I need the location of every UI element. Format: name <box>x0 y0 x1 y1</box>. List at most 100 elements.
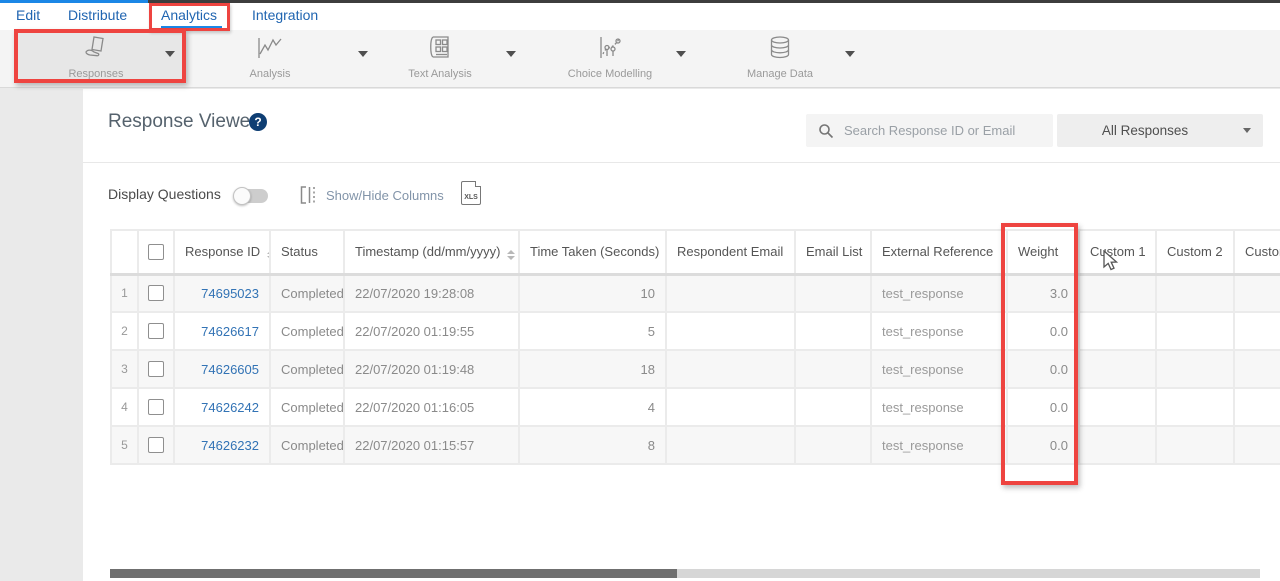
table-row: 5 74626232 Completed 22/07/2020 01:15:57… <box>111 426 1280 464</box>
cell-timestamp: 22/07/2020 01:16:05 <box>344 388 519 426</box>
magnifier-icon <box>818 123 834 139</box>
cell-custom-2 <box>1156 426 1234 464</box>
cell-respondent-email <box>666 350 795 388</box>
nav-tab-distribute[interactable]: Distribute <box>68 3 127 30</box>
row-number: 2 <box>111 312 138 350</box>
toolbar-item-choice-modelling[interactable]: Choice Modelling <box>535 35 685 80</box>
cell-weight: 0.0 <box>1007 350 1079 388</box>
toolbar-item-manage-data[interactable]: Manage Data <box>705 35 855 80</box>
cell-status: Completed <box>270 426 344 464</box>
response-id-link[interactable]: 74626605 <box>174 350 270 388</box>
header-timestamp[interactable]: Timestamp (dd/mm/yyyy) <box>344 230 519 274</box>
row-checkbox[interactable] <box>148 361 164 377</box>
response-id-link[interactable]: 74695023 <box>174 274 270 312</box>
row-select-cell <box>138 312 174 350</box>
choice-modelling-dropdown-caret[interactable] <box>676 51 686 57</box>
header-respondent-email: Respondent Email <box>666 230 795 274</box>
row-number: 1 <box>111 274 138 312</box>
table-row: 2 74626617 Completed 22/07/2020 01:19:55… <box>111 312 1280 350</box>
toolbar-label: Choice Modelling <box>535 68 685 80</box>
header-time-taken[interactable]: Time Taken (Seconds) <box>519 230 666 274</box>
nav-tab-edit[interactable]: Edit <box>16 3 40 30</box>
cell-time-taken: 18 <box>519 350 666 388</box>
header-external-reference: External Reference <box>871 230 1007 274</box>
response-search <box>806 114 1053 147</box>
row-checkbox[interactable] <box>148 437 164 453</box>
horizontal-scrollbar-track[interactable] <box>110 569 1260 578</box>
row-number: 3 <box>111 350 138 388</box>
table-header-row: Response ID Status Timestamp (dd/mm/yyyy… <box>111 230 1280 274</box>
response-id-link[interactable]: 74626617 <box>174 312 270 350</box>
main-nav: Edit Distribute Analytics Integration <box>0 3 1280 30</box>
cell-time-taken: 8 <box>519 426 666 464</box>
cell-custom-2 <box>1156 388 1234 426</box>
cell-custom-3 <box>1234 312 1280 350</box>
cell-time-taken: 5 <box>519 312 666 350</box>
row-select-cell <box>138 274 174 312</box>
horizontal-scrollbar-thumb[interactable] <box>110 569 677 578</box>
nav-tab-integration[interactable]: Integration <box>252 3 318 30</box>
help-circle-icon[interactable]: ? <box>249 113 267 131</box>
search-input[interactable] <box>842 114 1047 147</box>
database-icon <box>768 35 792 61</box>
cell-timestamp: 22/07/2020 19:28:08 <box>344 274 519 312</box>
responses-filter-dropdown[interactable]: All Responses <box>1057 114 1263 147</box>
cell-timestamp: 22/07/2020 01:15:57 <box>344 426 519 464</box>
cell-status: Completed <box>270 388 344 426</box>
select-all-checkbox[interactable] <box>148 244 164 260</box>
cell-custom-2 <box>1156 312 1234 350</box>
cell-custom-3 <box>1234 274 1280 312</box>
newspaper-icon <box>427 35 453 61</box>
response-id-link[interactable]: 74626232 <box>174 426 270 464</box>
chevron-down-icon <box>1243 128 1251 133</box>
cell-respondent-email <box>666 388 795 426</box>
toolbar-item-analysis[interactable]: Analysis <box>195 35 345 80</box>
filter-selected-value: All Responses <box>1057 114 1233 147</box>
show-hide-columns-label[interactable]: Show/Hide Columns <box>326 188 444 203</box>
toggle-knob <box>233 187 251 205</box>
toolbar-item-text-analysis[interactable]: Text Analysis <box>365 35 515 80</box>
header-response-id[interactable]: Response ID <box>174 230 270 274</box>
cell-external-reference: test_response <box>871 350 1007 388</box>
page-fold <box>475 181 481 187</box>
toolbar-label: Analysis <box>195 68 345 80</box>
cell-email-list <box>795 274 871 312</box>
cell-custom-2 <box>1156 350 1234 388</box>
header-status: Status <box>270 230 344 274</box>
cell-external-reference: test_response <box>871 426 1007 464</box>
cell-weight: 3.0 <box>1007 274 1079 312</box>
table-row: 3 74626605 Completed 22/07/2020 01:19:48… <box>111 350 1280 388</box>
cell-custom-1 <box>1079 426 1156 464</box>
text-analysis-dropdown-caret[interactable] <box>506 51 516 57</box>
row-select-cell <box>138 350 174 388</box>
display-questions-toggle[interactable] <box>235 189 268 203</box>
line-chart-icon <box>256 35 284 61</box>
toolbar-label: Responses <box>21 68 171 80</box>
toolbar-item-responses[interactable]: Responses <box>21 35 171 80</box>
cell-respondent-email <box>666 274 795 312</box>
sort-icon[interactable] <box>507 250 515 260</box>
cell-custom-1 <box>1079 274 1156 312</box>
responses-dropdown-caret[interactable] <box>165 51 175 57</box>
analytics-toolbar: Responses Analysis Text Analysis <box>0 30 1280 88</box>
hand-document-icon <box>82 35 110 61</box>
header-divider <box>83 162 1280 163</box>
cell-respondent-email <box>666 312 795 350</box>
response-id-link[interactable]: 74626242 <box>174 388 270 426</box>
cell-custom-1 <box>1079 350 1156 388</box>
header-row-number <box>111 230 138 274</box>
cell-external-reference: test_response <box>871 388 1007 426</box>
columns-icon[interactable] <box>299 185 319 210</box>
response-viewer-card: Response Viewer ? All Responses Display … <box>83 89 1280 581</box>
cell-custom-1 <box>1079 388 1156 426</box>
row-select-cell <box>138 388 174 426</box>
row-checkbox[interactable] <box>148 285 164 301</box>
toolbar-label: Manage Data <box>705 68 855 80</box>
manage-data-dropdown-caret[interactable] <box>845 51 855 57</box>
header-custom-1: Custom 1 <box>1079 230 1156 274</box>
cell-status: Completed <box>270 274 344 312</box>
row-checkbox[interactable] <box>148 399 164 415</box>
cell-email-list <box>795 426 871 464</box>
row-checkbox[interactable] <box>148 323 164 339</box>
xls-export-button[interactable]: XLS <box>461 181 481 205</box>
